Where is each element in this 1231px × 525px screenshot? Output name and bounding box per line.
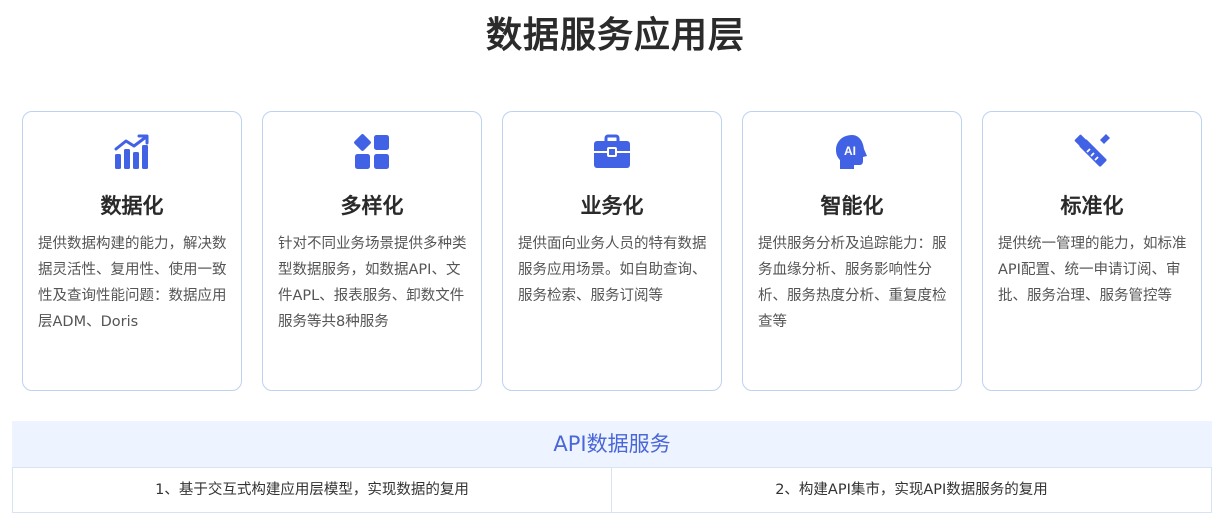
card-description: 针对不同业务场景提供多种类型数据服务，如数据API、文件APL、报表服务、卸数文… xyxy=(278,236,467,330)
card-diversity: 多样化 针对不同业务场景提供多种类型数据服务，如数据API、文件APL、报表服务… xyxy=(262,111,482,391)
ruler-pencil-icon xyxy=(983,132,1201,172)
card-description: 提供面向业务人员的特有数据服务应用场景。如自助查询、服务检索、服务订阅等 xyxy=(518,236,707,304)
bar-chart-trend-icon xyxy=(23,132,241,172)
card-title: 数据化 xyxy=(100,194,164,218)
card-intelligent: AI 智能化 提供服务分析及追踪能力：服务血缘分析、服务影响性分析、服务热度分析… xyxy=(742,111,962,391)
card-title: 业务化 xyxy=(580,194,644,218)
api-item: 2、构建API集市，实现API数据服务的复用 xyxy=(775,482,1048,498)
card-description: 提供统一管理的能力，如标准API配置、统一申请订阅、审批、服务治理、服务管控等 xyxy=(998,236,1187,304)
api-data-service-section: API数据服务 1、基于交互式构建应用层模型，实现数据的复用 2、构建API集市… xyxy=(12,421,1212,513)
svg-text:AI: AI xyxy=(844,144,856,158)
card-description: 提供数据构建的能力，解决数据灵活性、复用性、使用一致性及查询性能问题：数据应用层… xyxy=(38,236,227,330)
api-section-title: API数据服务 xyxy=(12,421,1212,467)
card-description: 提供服务分析及追踪能力：服务血缘分析、服务影响性分析、服务热度分析、重复度检查等 xyxy=(758,236,947,330)
card-standard: 标准化 提供统一管理的能力，如标准API配置、统一申请订阅、审批、服务治理、服务… xyxy=(982,111,1202,391)
card-data: 数据化 提供数据构建的能力，解决数据灵活性、复用性、使用一致性及查询性能问题：数… xyxy=(22,111,242,391)
card-title: 标准化 xyxy=(1060,194,1124,218)
api-items-row: 1、基于交互式构建应用层模型，实现数据的复用 2、构建API集市，实现API数据… xyxy=(12,467,1212,513)
grid-blocks-icon xyxy=(263,132,481,172)
card-title: 智能化 xyxy=(820,194,884,218)
briefcase-icon xyxy=(503,132,721,172)
api-item: 1、基于交互式构建应用层模型，实现数据的复用 xyxy=(13,468,612,512)
page-title: 数据服务应用层 xyxy=(485,15,745,56)
card-title: 多样化 xyxy=(340,194,404,218)
card-business: 业务化 提供面向业务人员的特有数据服务应用场景。如自助查询、服务检索、服务订阅等 xyxy=(502,111,722,391)
feature-cards: 数据化 提供数据构建的能力，解决数据灵活性、复用性、使用一致性及查询性能问题：数… xyxy=(22,111,1202,391)
ai-head-icon: AI xyxy=(743,132,961,172)
